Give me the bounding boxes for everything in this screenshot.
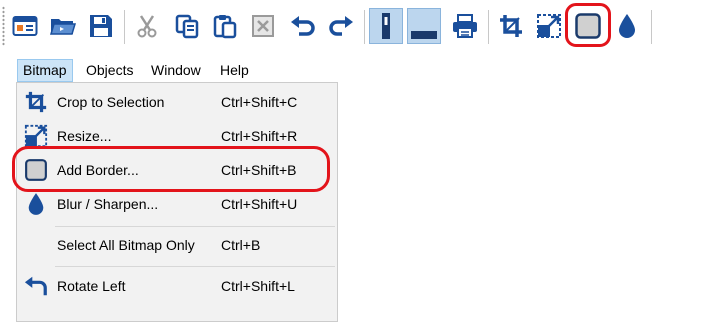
crop-icon bbox=[23, 89, 49, 115]
vertical-layout-icon bbox=[382, 13, 390, 39]
resize-button[interactable] bbox=[532, 8, 566, 44]
blur-sharpen-button[interactable] bbox=[610, 8, 644, 44]
horizontal-layout-icon bbox=[411, 31, 437, 39]
menu-item-shortcut: Ctrl+Shift+L bbox=[221, 278, 295, 294]
add-border-menu-highlight bbox=[12, 146, 330, 192]
menu-item-label: Select All Bitmap Only bbox=[57, 237, 195, 253]
menu-item-label: Rotate Left bbox=[57, 278, 126, 294]
new-window-button[interactable] bbox=[8, 8, 42, 44]
rotate-left-icon bbox=[23, 273, 49, 299]
menu-separator bbox=[55, 226, 335, 227]
crop-button[interactable] bbox=[494, 8, 528, 44]
menu-item-label: Crop to Selection bbox=[57, 94, 165, 110]
copy-button[interactable] bbox=[170, 8, 204, 44]
menu-item-select-all-bitmap-only[interactable]: Select All Bitmap Only Ctrl+B bbox=[17, 228, 337, 262]
menu-item-shortcut: Ctrl+Shift+U bbox=[221, 196, 298, 212]
toolbar-separator bbox=[488, 10, 489, 44]
vertical-layout-button[interactable] bbox=[369, 8, 403, 44]
menu-help[interactable]: Help bbox=[215, 59, 254, 82]
crop-icon bbox=[500, 15, 522, 37]
toolbar-grip[interactable] bbox=[2, 6, 5, 46]
menu-item-shortcut: Ctrl+Shift+C bbox=[221, 94, 298, 110]
menu-item-shortcut: Ctrl+B bbox=[221, 237, 261, 253]
menu-bitmap[interactable]: Bitmap bbox=[17, 59, 73, 82]
toolbar-separator bbox=[651, 10, 652, 44]
save-button[interactable] bbox=[84, 8, 118, 44]
print-icon bbox=[453, 14, 477, 38]
cut-icon bbox=[137, 15, 157, 38]
menu-item-crop-to-selection[interactable]: Crop to Selection Ctrl+Shift+C bbox=[17, 85, 337, 119]
paste-icon bbox=[213, 15, 237, 39]
save-icon bbox=[90, 15, 112, 37]
resize-icon bbox=[537, 14, 561, 38]
toolbar bbox=[0, 0, 720, 56]
horizontal-layout-button[interactable] bbox=[407, 8, 441, 44]
new-window-icon bbox=[12, 16, 38, 36]
blur-sharpen-icon bbox=[23, 191, 49, 217]
cut-button[interactable] bbox=[130, 8, 164, 44]
blur-sharpen-icon bbox=[619, 14, 635, 38]
toolbar-separator bbox=[124, 10, 125, 44]
undo-button[interactable] bbox=[286, 8, 320, 44]
add-border-toolbar-highlight bbox=[565, 3, 611, 47]
delete-icon bbox=[252, 15, 274, 37]
redo-icon bbox=[329, 16, 353, 36]
paste-button[interactable] bbox=[208, 8, 242, 44]
undo-icon bbox=[291, 16, 315, 36]
menu-item-blur-sharpen[interactable]: Blur / Sharpen... Ctrl+Shift+U bbox=[17, 187, 337, 221]
toolbar-separator bbox=[364, 10, 365, 44]
print-button[interactable] bbox=[448, 8, 482, 44]
open-button[interactable] bbox=[46, 8, 80, 44]
delete-button[interactable] bbox=[246, 8, 280, 44]
menu-item-rotate-left[interactable]: Rotate Left Ctrl+Shift+L bbox=[17, 269, 337, 303]
bitmap-menu-dropdown: Crop to Selection Ctrl+Shift+C Resize...… bbox=[16, 82, 338, 322]
menu-bar: Bitmap Objects Window Help bbox=[0, 59, 720, 84]
open-folder-icon bbox=[49, 19, 77, 35]
menu-window[interactable]: Window bbox=[146, 59, 206, 82]
redo-button[interactable] bbox=[324, 8, 358, 44]
menu-objects[interactable]: Objects bbox=[81, 59, 138, 82]
menu-separator bbox=[55, 266, 335, 267]
copy-icon bbox=[175, 14, 199, 39]
menu-item-label: Blur / Sharpen... bbox=[57, 196, 159, 212]
